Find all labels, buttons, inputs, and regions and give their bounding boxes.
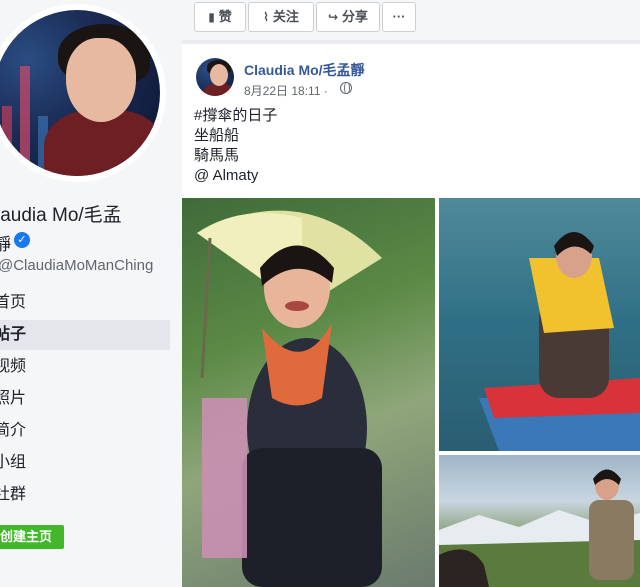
post-timestamp[interactable]: 8月22日 18:11 · [244, 82, 328, 99]
sidebar-item-videos[interactable]: 视频 [0, 352, 170, 382]
page-name[interactable]: laudia Mo/毛孟 [0, 200, 122, 227]
post-hashtag[interactable]: #撐傘的日子 [194, 106, 277, 126]
like-label: 赞 [218, 9, 232, 24]
like-button[interactable]: ▮ 赞 [194, 2, 246, 32]
sidebar-item-posts[interactable]: 帖子 [0, 320, 170, 350]
globe-icon [340, 82, 352, 94]
sidebar-item-groups[interactable]: 小组 [0, 448, 170, 478]
thumbs-up-icon: ▮ [208, 10, 215, 24]
sidebar-item-about[interactable]: 简介 [0, 416, 170, 446]
post-text: #撐傘的日子 坐船船 騎馬馬 @ Almaty [194, 106, 277, 186]
more-options-button[interactable]: ··· [382, 2, 416, 32]
page-name-continued[interactable]: 靜 [0, 230, 11, 255]
post-photo-umbrella[interactable] [182, 198, 435, 587]
verified-badge-icon: ✓ [14, 232, 30, 248]
share-label: 分享 [342, 9, 369, 24]
page-sidebar: laudia Mo/毛孟 靜 ✓ @ClaudiaMoManChing 首页 帖… [0, 0, 182, 587]
share-arrow-icon: ↪ [327, 10, 339, 24]
page-action-bar: ▮ 赞 ⌇ 关注 ↪ 分享 ··· [182, 0, 640, 40]
rss-icon: ⌇ [263, 10, 269, 24]
follow-label: 关注 [272, 9, 299, 24]
follow-button[interactable]: ⌇ 关注 [248, 2, 314, 32]
post-author-name[interactable]: Claudia Mo/毛孟靜 [244, 60, 365, 80]
post-author-avatar[interactable] [196, 58, 234, 96]
post-photo-horse[interactable] [439, 455, 640, 587]
post-location-tag[interactable]: @ Almaty [194, 166, 277, 186]
create-page-button[interactable]: 创建主页 [0, 525, 64, 549]
sidebar-item-home[interactable]: 首页 [0, 288, 170, 318]
share-button[interactable]: ↪ 分享 [316, 2, 380, 32]
post-card: Claudia Mo/毛孟靜 8月22日 18:11 · #撐傘的日子 坐船船 … [182, 44, 640, 587]
post-photo-boat[interactable] [439, 198, 640, 451]
post-text-line: 坐船船 [194, 127, 240, 144]
sidebar-item-community[interactable]: 社群 [0, 480, 170, 510]
post-text-line: 騎馬馬 [194, 147, 240, 164]
page-username[interactable]: @ClaudiaMoManChing [0, 257, 153, 274]
profile-picture[interactable] [0, 10, 160, 176]
sidebar-item-photos[interactable]: 照片 [0, 384, 170, 414]
